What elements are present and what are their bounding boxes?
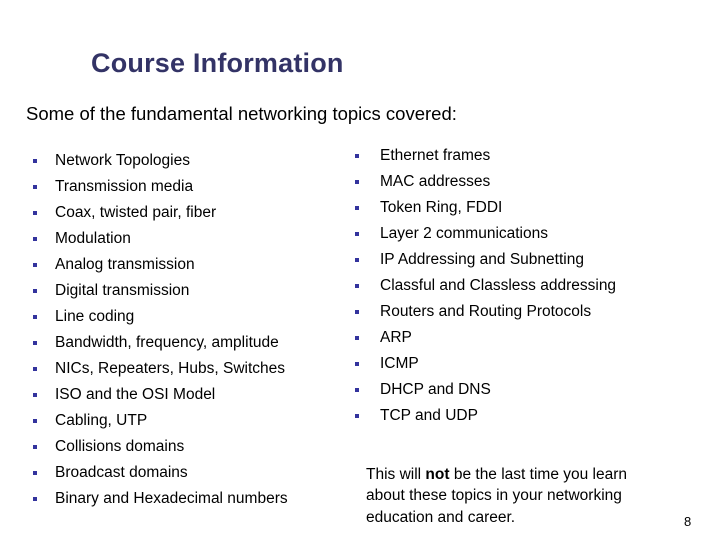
square-bullet-icon bbox=[355, 388, 359, 392]
list-item: Network Topologies bbox=[33, 148, 353, 174]
list-item: Modulation bbox=[33, 226, 353, 252]
list-item: Broadcast domains bbox=[33, 460, 353, 486]
list-item-label: Coax, twisted pair, fiber bbox=[55, 204, 217, 221]
list-item: TCP and UDP bbox=[355, 403, 685, 429]
list-item-label: ARP bbox=[380, 329, 412, 346]
list-item: ICMP bbox=[355, 351, 685, 377]
list-item: Cabling, UTP bbox=[33, 408, 353, 434]
left-topics-column: Network Topologies Transmission media Coax… bbox=[33, 148, 353, 512]
list-item-label: IP Addressing and Subnetting bbox=[380, 251, 584, 268]
square-bullet-icon bbox=[33, 237, 37, 241]
list-item: Binary and Hexadecimal numbers bbox=[33, 486, 353, 512]
list-item-label: Collisions domains bbox=[55, 438, 185, 455]
list-item-label: DHCP and DNS bbox=[380, 381, 491, 398]
list-item-label: Classful and Classless addressing bbox=[380, 277, 617, 294]
list-item-label: NICs, Repeaters, Hubs, Switches bbox=[55, 360, 286, 377]
list-item: NICs, Repeaters, Hubs, Switches bbox=[33, 356, 353, 382]
square-bullet-icon bbox=[33, 497, 37, 501]
list-item: Transmission media bbox=[33, 174, 353, 200]
list-item-label: Transmission media bbox=[55, 178, 194, 195]
list-item: Line coding bbox=[33, 304, 353, 330]
list-item: ARP bbox=[355, 325, 685, 351]
square-bullet-icon bbox=[33, 393, 37, 397]
slide-canvas: Course Information Some of the fundament… bbox=[0, 0, 720, 540]
square-bullet-icon bbox=[355, 180, 359, 184]
list-item: Layer 2 communications bbox=[355, 221, 685, 247]
list-item: Digital transmission bbox=[33, 278, 353, 304]
list-item-label: Digital transmission bbox=[55, 282, 190, 299]
square-bullet-icon bbox=[355, 284, 359, 288]
list-item-label: Bandwidth, frequency, amplitude bbox=[55, 334, 279, 351]
slide-subtitle: Some of the fundamental networking topic… bbox=[26, 103, 457, 124]
closing-note-before: This will bbox=[366, 465, 426, 483]
list-item-label: Binary and Hexadecimal numbers bbox=[55, 490, 288, 507]
list-item-label: Broadcast domains bbox=[55, 464, 188, 481]
list-item: Token Ring, FDDI bbox=[355, 195, 685, 221]
list-item-label: Layer 2 communications bbox=[380, 225, 548, 242]
square-bullet-icon bbox=[355, 206, 359, 210]
square-bullet-icon bbox=[33, 263, 37, 267]
square-bullet-icon bbox=[33, 315, 37, 319]
square-bullet-icon bbox=[355, 336, 359, 340]
list-item-label: Token Ring, FDDI bbox=[380, 199, 503, 216]
list-item: Analog transmission bbox=[33, 252, 353, 278]
list-item-label: ISO and the OSI Model bbox=[55, 386, 216, 403]
list-item: Ethernet frames bbox=[355, 143, 685, 169]
list-item: Collisions domains bbox=[33, 434, 353, 460]
list-item-label: MAC addresses bbox=[380, 173, 491, 190]
square-bullet-icon bbox=[33, 341, 37, 345]
list-item-label: Modulation bbox=[55, 230, 131, 247]
list-item: DHCP and DNS bbox=[355, 377, 685, 403]
square-bullet-icon bbox=[355, 232, 359, 236]
square-bullet-icon bbox=[33, 159, 37, 163]
square-bullet-icon bbox=[33, 211, 37, 215]
list-item-label: Network Topologies bbox=[55, 152, 190, 169]
square-bullet-icon bbox=[33, 419, 37, 423]
list-item-label: Line coding bbox=[55, 308, 135, 325]
page-number: 8 bbox=[684, 514, 692, 529]
list-item: IP Addressing and Subnetting bbox=[355, 247, 685, 273]
list-item: Bandwidth, frequency, amplitude bbox=[33, 330, 353, 356]
list-item: Classful and Classless addressing bbox=[355, 273, 685, 299]
list-item-label: Ethernet frames bbox=[380, 147, 491, 164]
square-bullet-icon bbox=[355, 154, 359, 158]
list-item: ISO and the OSI Model bbox=[33, 382, 353, 408]
list-item-label: Analog transmission bbox=[55, 256, 195, 273]
list-item: Coax, twisted pair, fiber bbox=[33, 200, 353, 226]
square-bullet-icon bbox=[355, 414, 359, 418]
list-item-label: Routers and Routing Protocols bbox=[380, 303, 592, 320]
square-bullet-icon bbox=[33, 471, 37, 475]
list-item: MAC addresses bbox=[355, 169, 685, 195]
list-item: Routers and Routing Protocols bbox=[355, 299, 685, 325]
square-bullet-icon bbox=[33, 289, 37, 293]
square-bullet-icon bbox=[33, 185, 37, 189]
closing-note: This will not be the last time you learn… bbox=[366, 464, 666, 529]
list-item-label: TCP and UDP bbox=[380, 407, 478, 424]
square-bullet-icon bbox=[355, 362, 359, 366]
square-bullet-icon bbox=[33, 445, 37, 449]
list-item-label: ICMP bbox=[380, 355, 419, 372]
square-bullet-icon bbox=[33, 367, 37, 371]
closing-note-emphasis: not bbox=[425, 465, 450, 483]
page-title: Course Information bbox=[91, 48, 344, 79]
square-bullet-icon bbox=[355, 310, 359, 314]
right-topics-column: Ethernet frames MAC addresses Token Ring, … bbox=[355, 143, 685, 429]
square-bullet-icon bbox=[355, 258, 359, 262]
list-item-label: Cabling, UTP bbox=[55, 412, 148, 429]
